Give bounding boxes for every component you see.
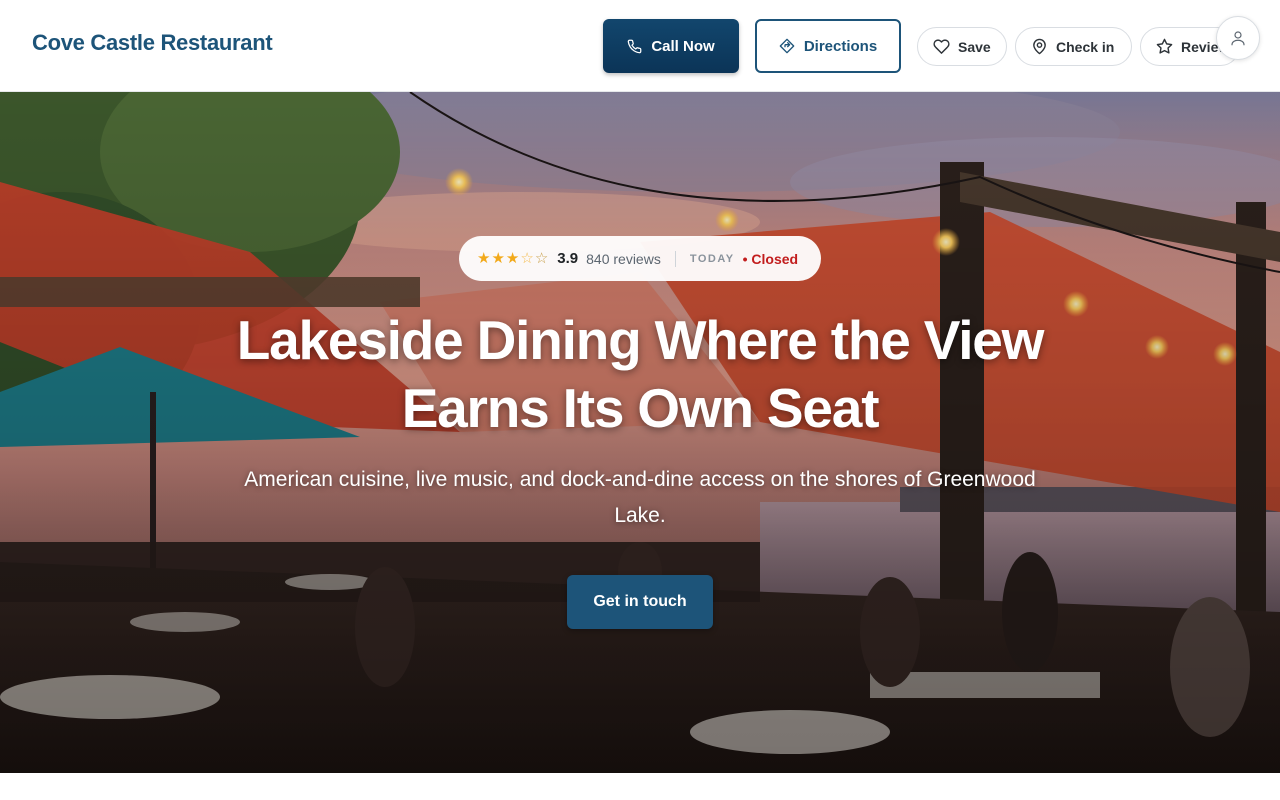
call-now-label: Call Now	[651, 37, 715, 55]
star-rating: ★ ★ ★ ☆ ☆	[477, 251, 548, 266]
directions-icon	[779, 38, 795, 54]
star-filled-icon: ★	[477, 250, 491, 267]
map-pin-icon	[1033, 38, 1046, 55]
hero-section: ★ ★ ★ ☆ ☆ 3.9 840 reviews TODAY • Closed…	[0, 92, 1280, 773]
review-count-link[interactable]: 840 reviews	[586, 251, 661, 267]
rating-divider	[674, 250, 676, 267]
star-filled-icon: ★	[505, 250, 520, 267]
check-in-button[interactable]: Check in	[1015, 27, 1132, 66]
brand-name[interactable]: Cove Castle Restaurant	[32, 30, 273, 56]
user-icon	[1231, 31, 1245, 46]
star-filled-icon: ★	[491, 250, 505, 267]
site-header: Cove Castle Restaurant Call Now Directio…	[0, 0, 1280, 92]
call-now-button[interactable]: Call Now	[603, 19, 739, 73]
heart-icon	[933, 39, 950, 54]
star-empty-icon: ☆	[534, 250, 549, 267]
rating-score: 3.9	[557, 250, 579, 267]
hero-title: Lakeside Dining Where the View Earns Its…	[236, 309, 1045, 439]
star-half-icon: ☆	[520, 250, 534, 267]
check-in-label: Check in	[1056, 38, 1115, 55]
save-button[interactable]: Save	[917, 27, 1007, 66]
directions-label: Directions	[803, 37, 878, 55]
hero-subtitle: American cuisine, live music, and dock-a…	[244, 468, 1036, 527]
rating-badge: ★ ★ ★ ☆ ☆ 3.9 840 reviews TODAY • Closed	[459, 236, 821, 281]
open-status-text: Closed	[751, 250, 799, 267]
open-status: • Closed	[742, 250, 799, 267]
save-label: Save	[958, 38, 991, 55]
directions-button[interactable]: Directions	[755, 19, 901, 73]
today-label: TODAY	[689, 252, 735, 265]
phone-icon	[628, 39, 642, 53]
star-icon	[1156, 38, 1173, 54]
get-in-touch-button[interactable]: Get in touch	[567, 575, 713, 629]
account-button[interactable]	[1216, 16, 1260, 60]
